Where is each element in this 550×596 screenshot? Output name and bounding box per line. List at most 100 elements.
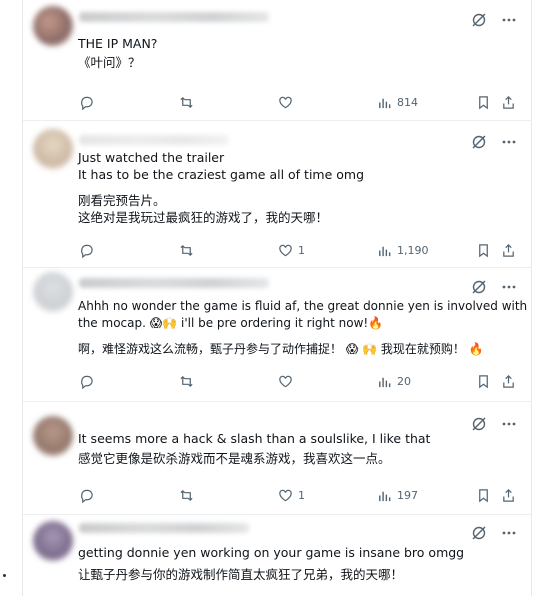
- reply-icon: [81, 489, 93, 503]
- repost-icon: [180, 244, 193, 256]
- tweet-3[interactable]: Ahhh no wonder the game is fluid af, the…: [23, 268, 531, 402]
- tweet-line: 啊，难怪游戏这么流畅，甄子丹参与了动作捕捉！ 😱 🙌 我现在就预购！ 🔥: [78, 342, 484, 356]
- share-icon: [503, 95, 514, 109]
- tweet-line: 这绝对是我玩过最疯狂的游戏了，我的天哪！: [78, 210, 329, 225]
- like-button[interactable]: [278, 95, 298, 110]
- more-icon[interactable]: [501, 525, 517, 541]
- bookmark-button[interactable]: [476, 488, 491, 503]
- reply-icon: [81, 244, 93, 258]
- tweet-text: Just watched the trailer It has to be th…: [78, 149, 521, 226]
- reply-button[interactable]: [79, 374, 99, 389]
- views-icon: [379, 377, 391, 387]
- tweet-text: Ahhh no wonder the game is fluid af, the…: [78, 298, 528, 358]
- author-name-blurred[interactable]: [79, 278, 269, 288]
- view-count: 20: [397, 374, 411, 388]
- views-button[interactable]: 1,190: [377, 243, 429, 258]
- bookmark-icon: [479, 95, 488, 109]
- bookmark-button[interactable]: [476, 95, 491, 110]
- reply-icon: [81, 96, 93, 110]
- tweet-1[interactable]: THE IP MAN? 《叶问》？ 814: [23, 0, 531, 121]
- tweet-line: 《叶问》？: [78, 55, 141, 70]
- grok-icon[interactable]: [471, 279, 487, 295]
- views-button[interactable]: 197: [377, 488, 418, 503]
- bookmark-icon: [479, 374, 488, 388]
- avatar[interactable]: [33, 272, 73, 312]
- reply-button[interactable]: [79, 488, 99, 503]
- tweet-line: 刚看完预告片。: [78, 193, 166, 208]
- tweet-line: Ahhh no wonder the game is fluid af, the…: [78, 299, 528, 313]
- tweet-4[interactable]: It seems more a hack & slash than a soul…: [23, 402, 531, 515]
- views-button[interactable]: 814: [377, 95, 418, 110]
- tweet-line: THE IP MAN?: [78, 36, 158, 51]
- more-icon[interactable]: [501, 279, 517, 295]
- tweet-text: It seems more a hack & slash than a soul…: [78, 430, 521, 467]
- bookmark-button[interactable]: [476, 374, 491, 389]
- avatar[interactable]: [33, 521, 73, 561]
- action-bar: 1 197: [73, 486, 523, 504]
- more-icon[interactable]: [501, 12, 517, 28]
- repost-icon: [180, 375, 193, 387]
- tweet-line: It has to be the craziest game all of ti…: [78, 167, 365, 182]
- repost-icon: [180, 489, 193, 501]
- tweet-line: It seems more a hack & slash than a soul…: [78, 431, 431, 446]
- heart-icon: [279, 375, 292, 387]
- views-icon: [379, 246, 391, 256]
- tweet-line: getting donnie yen working on your game …: [78, 545, 465, 560]
- tweet-line: Just watched the trailer: [78, 150, 225, 165]
- heart-icon: [279, 244, 292, 256]
- author-name-blurred[interactable]: [79, 135, 229, 145]
- view-count: 197: [397, 488, 418, 502]
- grok-icon[interactable]: [471, 134, 487, 150]
- bookmark-icon: [479, 488, 488, 502]
- share-button[interactable]: [501, 95, 516, 110]
- bookmark-icon: [479, 243, 488, 257]
- heart-icon: [279, 489, 292, 501]
- tweet-5[interactable]: getting donnie yen working on your game …: [23, 515, 531, 596]
- like-count: 1: [298, 243, 305, 257]
- share-button[interactable]: [501, 488, 516, 503]
- page-marker: [3, 574, 6, 577]
- tweet-line: 让甄子丹参与你的游戏制作简直太疯狂了兄弟，我的天哪！: [78, 567, 404, 582]
- tweet-text: getting donnie yen working on your game …: [78, 544, 521, 583]
- action-bar: 814: [73, 93, 523, 111]
- repost-button[interactable]: [179, 243, 199, 258]
- views-button[interactable]: 20: [377, 374, 411, 389]
- avatar[interactable]: [33, 6, 73, 46]
- grok-icon[interactable]: [471, 525, 487, 541]
- bookmark-button[interactable]: [476, 243, 491, 258]
- action-bar: 20: [73, 372, 523, 390]
- repost-button[interactable]: [179, 95, 199, 110]
- like-button[interactable]: [278, 374, 298, 389]
- action-bar: 1 1,190: [73, 241, 523, 259]
- share-button[interactable]: [501, 374, 516, 389]
- reply-button[interactable]: [79, 243, 99, 258]
- share-icon: [503, 243, 514, 257]
- like-button[interactable]: 1: [278, 243, 305, 258]
- repost-icon: [180, 96, 193, 108]
- avatar[interactable]: [33, 416, 73, 456]
- like-button[interactable]: 1: [278, 488, 305, 503]
- grok-icon[interactable]: [471, 12, 487, 28]
- author-name-blurred[interactable]: [79, 523, 249, 533]
- like-count: 1: [298, 488, 305, 502]
- share-button[interactable]: [501, 243, 516, 258]
- share-icon: [503, 488, 514, 502]
- tweet-2[interactable]: Just watched the trailer It has to be th…: [23, 121, 531, 268]
- share-icon: [503, 374, 514, 388]
- tweet-text: THE IP MAN? 《叶问》？: [78, 35, 521, 71]
- view-count: 814: [397, 95, 418, 109]
- reply-feed: THE IP MAN? 《叶问》？ 814 Just watched the t…: [22, 0, 532, 596]
- author-name-blurred[interactable]: [79, 12, 269, 22]
- views-icon: [379, 491, 391, 501]
- reply-button[interactable]: [79, 95, 99, 110]
- view-count: 1,190: [397, 243, 429, 257]
- repost-button[interactable]: [179, 374, 199, 389]
- views-icon: [379, 98, 391, 108]
- tweet-line: the mocap. 😱🙌 i'll be pre ordering it ri…: [78, 316, 384, 330]
- tweet-line: 感觉它更像是砍杀游戏而不是魂系游戏，我喜欢这一点。: [78, 451, 391, 466]
- reply-icon: [81, 375, 93, 389]
- more-icon[interactable]: [501, 134, 517, 150]
- avatar[interactable]: [33, 129, 73, 169]
- repost-button[interactable]: [179, 488, 199, 503]
- heart-icon: [279, 96, 292, 108]
